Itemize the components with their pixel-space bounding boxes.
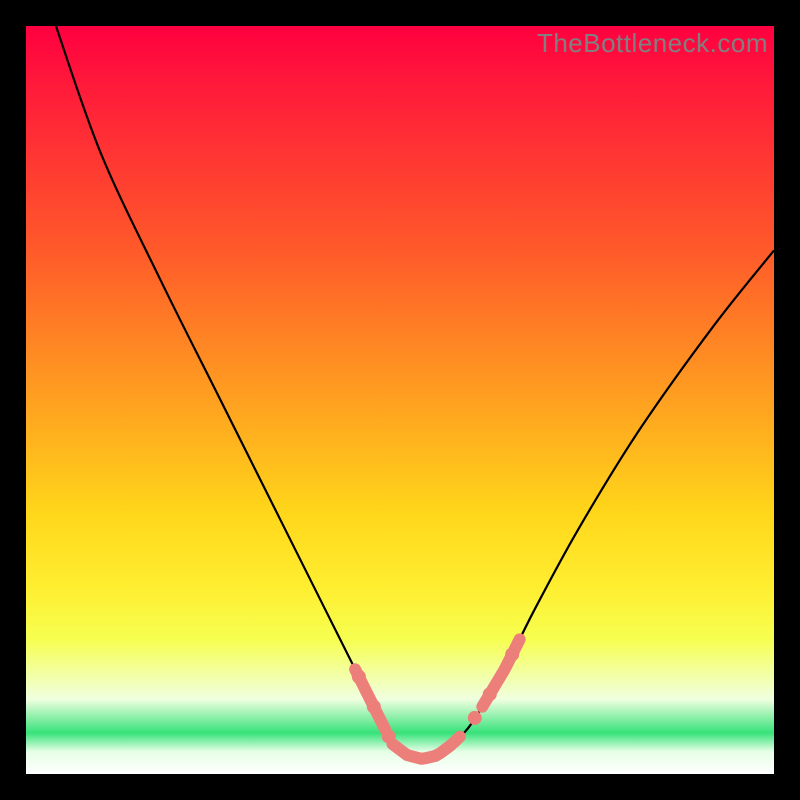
- plot-area: [26, 26, 774, 774]
- chart-frame: TheBottleneck.com: [0, 0, 800, 800]
- curve-layer: [26, 26, 774, 774]
- highlight-dot: [505, 647, 519, 661]
- highlight-dot: [382, 730, 396, 744]
- highlight-dot: [352, 670, 366, 684]
- highlight-dot: [367, 700, 381, 714]
- highlight-segment: [393, 737, 460, 759]
- highlight-segments: [355, 639, 520, 758]
- highlight-dot: [483, 687, 497, 701]
- watermark-text: TheBottleneck.com: [537, 28, 768, 59]
- highlight-dot: [468, 711, 482, 725]
- bottleneck-curve: [56, 26, 774, 759]
- highlight-dots: [352, 647, 519, 743]
